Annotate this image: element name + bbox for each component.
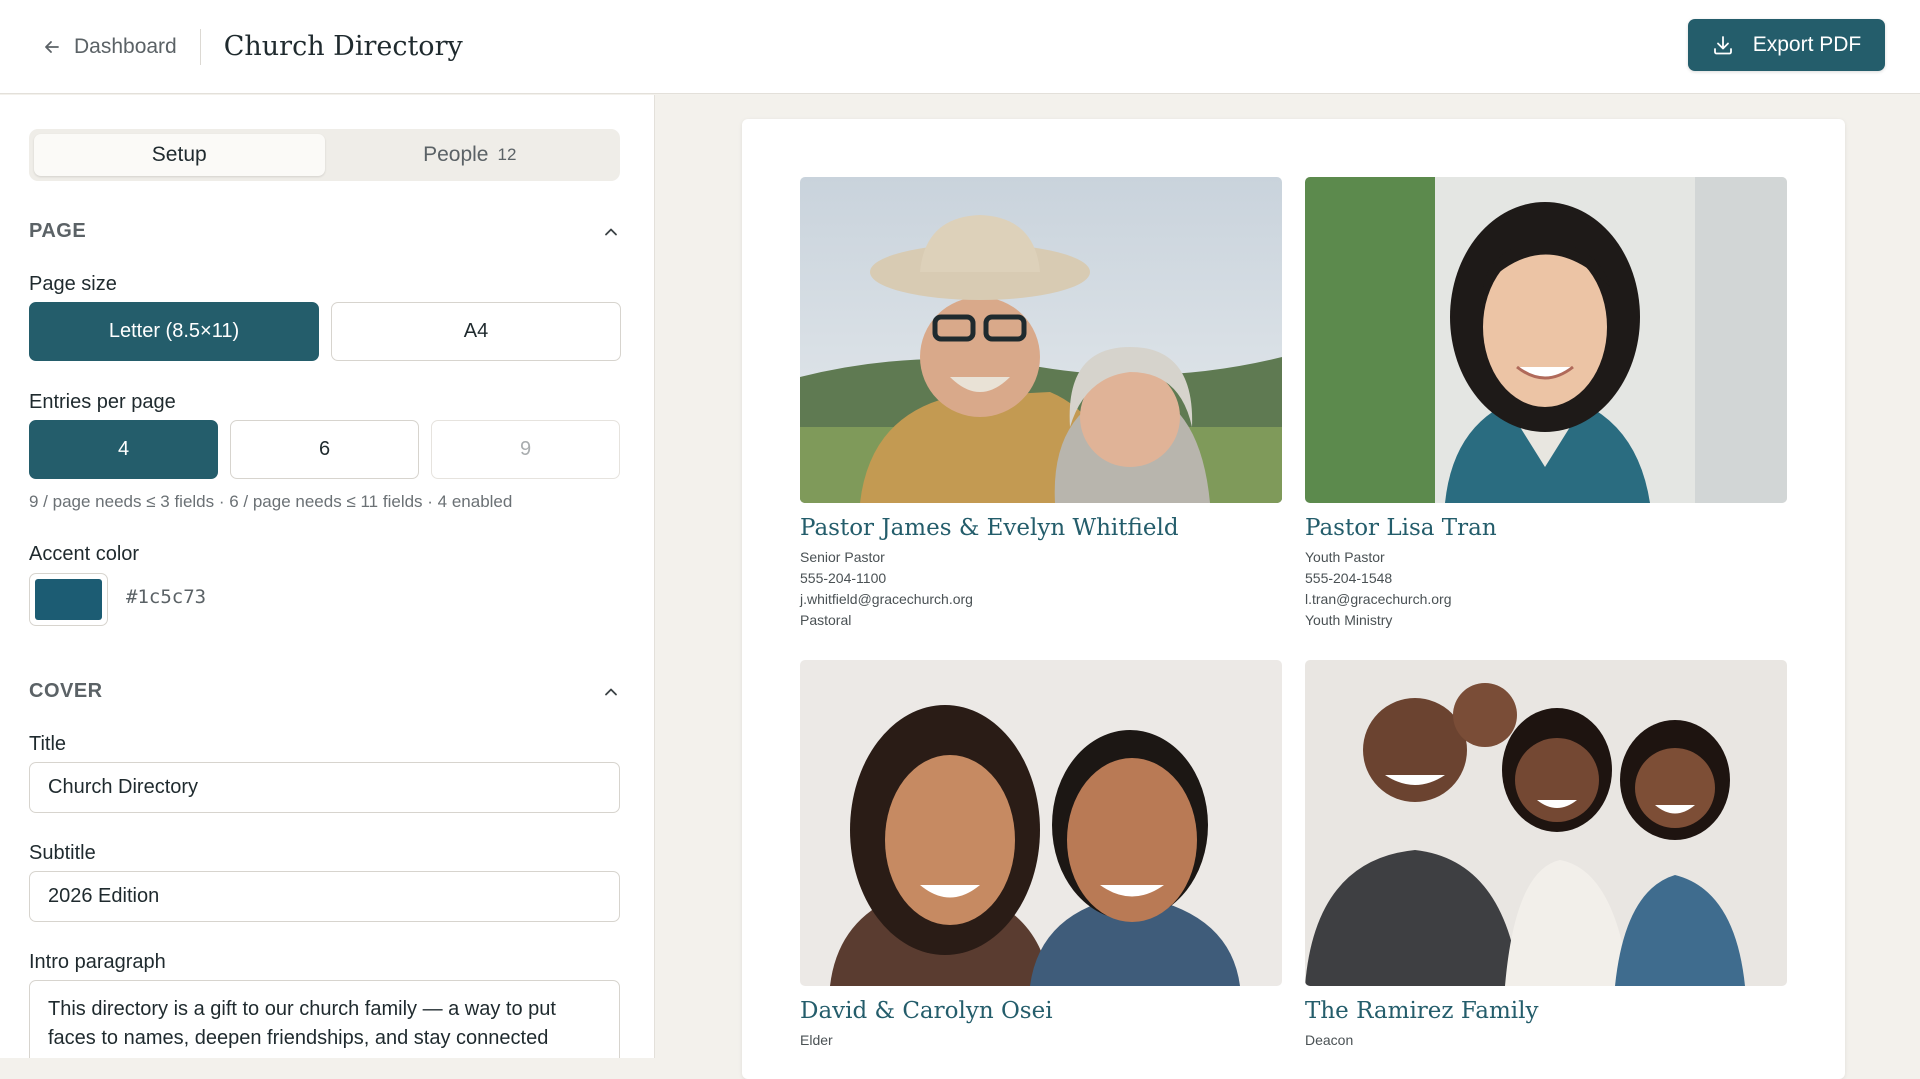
export-label: Export PDF — [1752, 33, 1862, 56]
back-to-dashboard-link[interactable]: Dashboard — [42, 35, 177, 59]
intro-textarea[interactable]: This directory is a gift to our church f… — [29, 980, 620, 1058]
entries-hint: 9 / page needs ≤ 3 fields · 6 / page nee… — [29, 492, 513, 511]
directory-entry: Pastor James & Evelyn Whitfield Senior P… — [800, 177, 1282, 628]
entries-9-option: 9 — [431, 420, 620, 479]
back-label: Dashboard — [74, 34, 177, 58]
couple-photo-illustration — [800, 660, 1282, 986]
entry-role: Elder — [800, 1032, 833, 1048]
accent-color-hex: #1c5c73 — [126, 586, 207, 608]
arrow-left-icon — [45, 40, 59, 53]
page-size-a4-option[interactable]: A4 — [331, 302, 621, 361]
entry-ministry: Youth Ministry — [1305, 612, 1393, 628]
title-field-label: Title — [29, 733, 67, 755]
people-count-badge: 12 — [497, 145, 517, 164]
header-divider — [199, 28, 201, 65]
entry-photo — [1305, 177, 1787, 503]
directory-preview-page: Pastor James & Evelyn Whitfield Senior P… — [742, 119, 1845, 1079]
entry-role: Deacon — [1305, 1032, 1354, 1048]
accent-color-label: Accent color — [29, 543, 140, 565]
directory-entry: The Ramirez Family Deacon — [1305, 660, 1787, 1048]
entry-name: David & Carolyn Osei — [800, 998, 1053, 1024]
subtitle-field-label: Subtitle — [29, 842, 96, 864]
accent-color-swatch[interactable] — [29, 573, 108, 626]
entry-ministry: Pastoral — [800, 612, 852, 628]
entry-email: l.tran@gracechurch.org — [1305, 591, 1452, 607]
page-section-header[interactable]: PAGE — [29, 220, 620, 243]
sidebar-tabs: Setup People 12 — [29, 129, 620, 181]
entries-per-page-selector: 4 6 9 — [29, 420, 620, 479]
export-pdf-button[interactable]: Export PDF — [1688, 19, 1885, 71]
entry-name: Pastor Lisa Tran — [1305, 515, 1497, 541]
family-photo-illustration — [1305, 660, 1787, 986]
cover-section-header[interactable]: COVER — [29, 680, 620, 703]
tab-people[interactable]: People 12 — [325, 134, 616, 176]
entry-email: j.whitfield@gracechurch.org — [800, 591, 973, 607]
chevron-up-icon — [605, 228, 617, 235]
download-icon — [1713, 36, 1732, 55]
page-size-label: Page size — [29, 273, 117, 295]
subtitle-input[interactable]: 2026 Edition — [29, 871, 620, 922]
intro-field-label: Intro paragraph — [29, 951, 166, 973]
entries-6-option[interactable]: 6 — [230, 420, 419, 479]
page-size-letter-option[interactable]: Letter (8.5×11) — [29, 302, 319, 361]
person-photo-illustration — [1305, 177, 1787, 503]
directory-entry: Pastor Lisa Tran Youth Pastor 555-204-15… — [1305, 177, 1787, 628]
cover-section-title: COVER — [29, 680, 103, 702]
entry-photo — [1305, 660, 1787, 986]
entry-phone: 555-204-1548 — [1305, 570, 1393, 586]
tab-people-label: People — [423, 143, 489, 166]
page-title: Church Directory — [223, 31, 463, 62]
entry-role: Youth Pastor — [1305, 549, 1385, 565]
tab-setup[interactable]: Setup — [34, 134, 325, 176]
top-bar: Dashboard Church Directory Export PDF — [0, 0, 1920, 94]
entry-role: Senior Pastor — [800, 549, 885, 565]
entries-4-option[interactable]: 4 — [29, 420, 218, 479]
entry-name: The Ramirez Family — [1305, 998, 1539, 1024]
accent-color-fill — [35, 579, 102, 620]
settings-sidebar: Setup People 12 PAGE Page size Letter (8.… — [0, 95, 655, 1058]
title-input[interactable]: Church Directory — [29, 762, 620, 813]
entries-per-page-label: Entries per page — [29, 391, 176, 413]
page-size-selector: Letter (8.5×11) A4 — [29, 302, 621, 361]
couple-photo-illustration — [800, 177, 1282, 503]
entry-phone: 555-204-1100 — [800, 570, 887, 586]
directory-entry: David & Carolyn Osei Elder — [800, 660, 1282, 1048]
chevron-up-icon — [605, 688, 617, 695]
tab-setup-label: Setup — [151, 143, 207, 166]
entry-photo — [800, 177, 1282, 503]
page-section-title: PAGE — [29, 220, 87, 242]
entry-photo — [800, 660, 1282, 986]
entry-name: Pastor James & Evelyn Whitfield — [800, 515, 1179, 541]
